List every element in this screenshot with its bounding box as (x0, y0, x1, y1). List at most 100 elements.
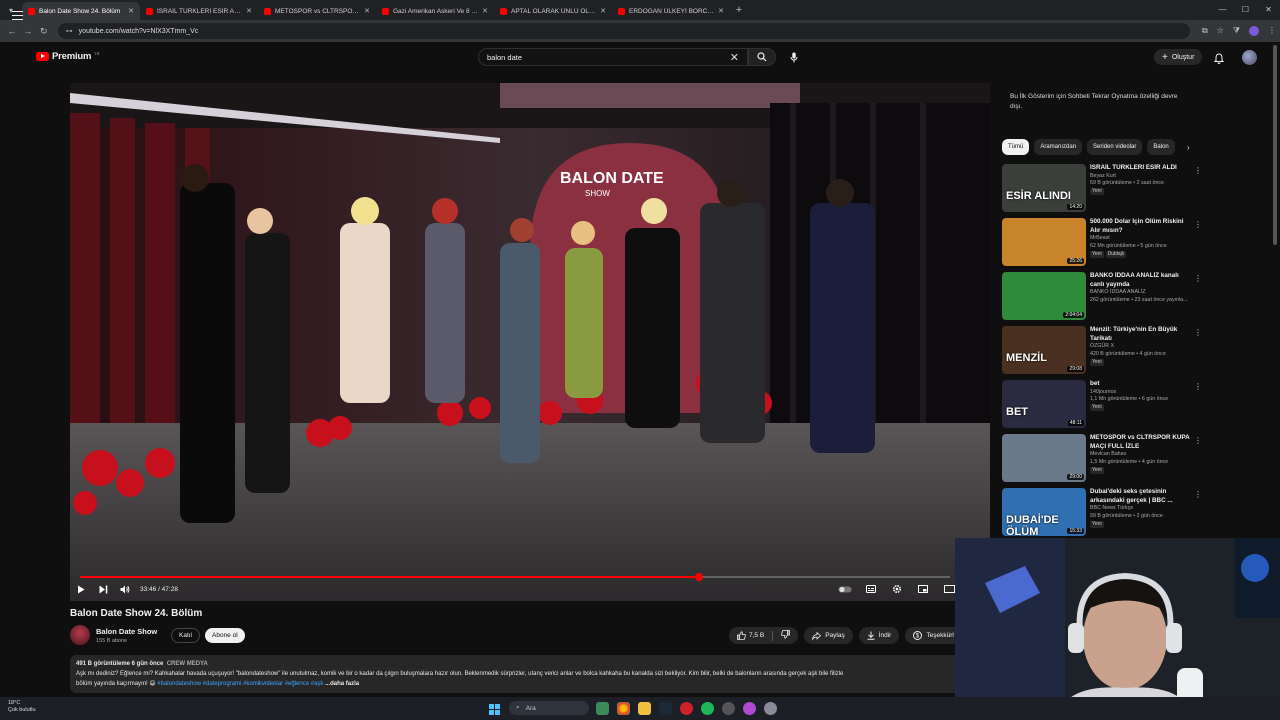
recommended-channel[interactable]: Mevlcan Bahav (1090, 451, 1194, 459)
file-explorer-icon[interactable] (638, 702, 651, 715)
obs-icon[interactable] (722, 702, 735, 715)
site-info-icon[interactable]: ⊶ (66, 27, 73, 35)
recommended-title[interactable]: Menzil: Türkiye'nin En Büyük Tarikatı (1090, 326, 1194, 343)
video-thumbnail[interactable]: 29:00 (1002, 434, 1086, 482)
guide-menu-icon[interactable] (12, 11, 23, 20)
account-avatar[interactable] (1242, 50, 1257, 65)
browser-app-icon[interactable] (743, 702, 756, 715)
browser-tab[interactable]: ERDOĞAN ÜLKEYİ BORCA SOKTU ✕ (612, 2, 730, 20)
notifications-button[interactable] (1213, 51, 1225, 69)
opera-icon[interactable] (680, 702, 693, 715)
maximize-icon[interactable]: ☐ (1234, 0, 1257, 20)
play-button[interactable] (70, 580, 92, 598)
recommended-title[interactable]: Dubai'deki seks çetesinin arkasındaki ge… (1090, 488, 1194, 505)
recommended-title[interactable]: METOSPOR vs CLTRSPOR KUPA MAÇI FULL İZLE (1090, 434, 1194, 451)
voice-search-button[interactable] (784, 48, 804, 66)
spotify-icon[interactable] (701, 702, 714, 715)
back-icon[interactable]: ← (4, 26, 20, 36)
browser-menu-icon[interactable]: ⋮ (1268, 26, 1276, 36)
video-thumbnail[interactable]: DUBAİ'DE ÖLÜM 15:33 (1002, 488, 1086, 536)
like-button[interactable]: 7,5 B (737, 631, 764, 640)
close-tab-icon[interactable]: ✕ (128, 7, 134, 15)
reload-icon[interactable]: ↻ (36, 26, 52, 37)
address-bar[interactable]: ⊶ youtube.com/watch?v=NlX3XTmm_Vc (57, 23, 1190, 39)
share-button[interactable]: Paylaş (804, 627, 853, 644)
recommended-channel[interactable]: MrBeast (1090, 235, 1194, 243)
taskbar-search[interactable]: ⌕ Ara (509, 701, 589, 715)
weather-widget[interactable]: 18°C Çok bulutlu (8, 700, 36, 714)
chip-balon[interactable]: Balon (1147, 139, 1175, 155)
recommended-title[interactable]: 500.000 Dolar İçin Ölüm Riskini Alır mıs… (1090, 218, 1194, 235)
volume-button[interactable] (114, 580, 136, 598)
browser-tab[interactable]: Balon Date Show 24. Bölüm ✕ (22, 2, 140, 20)
clear-search-icon[interactable]: ✕ (730, 51, 739, 64)
browser-tab[interactable]: Gazi Amerikan Askeri Ve 8 Polis ✕ (376, 2, 494, 20)
video-thumbnail[interactable]: MENZİL 29:08 (1002, 326, 1086, 374)
install-app-icon[interactable]: ⧉ (1202, 26, 1208, 36)
close-tab-icon[interactable]: ✕ (718, 7, 724, 15)
video-thumbnail[interactable]: 25:26 (1002, 218, 1086, 266)
browser-tab[interactable]: METOSPOR vs CLTRSPOR KUPA ✕ (258, 2, 376, 20)
recommended-video[interactable]: ESİR ALINDI 14:20 İSRAİL TÜRKLERİ ESİR ALD… (1002, 164, 1202, 218)
chrome-icon[interactable] (617, 702, 630, 715)
recommended-video[interactable]: 25:26 500.000 Dolar İçin Ölüm Riskini Alı… (1002, 218, 1202, 272)
recommended-title[interactable]: bet (1090, 380, 1194, 389)
more-actions-icon[interactable]: ⋮ (1194, 490, 1202, 499)
autoplay-toggle[interactable] (834, 580, 856, 598)
recommended-video[interactable]: MENZİL 29:08 Menzil: Türkiye'nin En Büyük … (1002, 326, 1202, 380)
video-thumbnail[interactable]: ESİR ALINDI 14:20 (1002, 164, 1086, 212)
next-button[interactable] (92, 580, 114, 598)
browser-tab[interactable]: APTAL OLARAK ÜNLÜ OLMAK ✕ (494, 2, 612, 20)
close-tab-icon[interactable]: ✕ (482, 7, 488, 15)
recommended-video[interactable]: DUBAİ'DE ÖLÜM 15:33 Dubai'deki seks çetesi… (1002, 488, 1202, 542)
widget-icon[interactable] (596, 702, 609, 715)
channel-avatar[interactable] (70, 625, 90, 645)
description-hashtags[interactable]: #balondateshow #dateprogrami #komikvideo… (157, 681, 323, 687)
download-button[interactable]: İndir (858, 627, 900, 644)
chip-from-series[interactable]: Seriden videolar (1087, 139, 1143, 155)
more-actions-icon[interactable]: ⋮ (1194, 328, 1202, 337)
settings-app-icon[interactable] (764, 702, 777, 715)
search-button[interactable] (748, 48, 776, 66)
page-scrollbar[interactable] (1273, 45, 1277, 245)
video-thumbnail[interactable]: 2:04:04 (1002, 272, 1086, 320)
new-tab-button[interactable]: + (730, 4, 748, 16)
chip-all[interactable]: Tümü (1002, 139, 1030, 155)
progress-bar[interactable] (80, 573, 950, 581)
close-tab-icon[interactable]: ✕ (600, 7, 606, 15)
join-button[interactable]: Katıl (171, 628, 201, 643)
more-actions-icon[interactable]: ⋮ (1194, 274, 1202, 283)
recommended-title[interactable]: İSRAİL TÜRKLERİ ESİR ALDI (1090, 164, 1194, 173)
bookmark-star-icon[interactable]: ☆ (1217, 26, 1224, 36)
subscribe-button[interactable]: Abone ol (205, 628, 245, 643)
more-actions-icon[interactable]: ⋮ (1194, 382, 1202, 391)
recommended-video[interactable]: BET 48:11 bet 140journos 1,1 Mn görüntüleme … (1002, 380, 1202, 434)
recommended-channel[interactable]: BBC News Türkçe (1090, 505, 1194, 513)
close-tab-icon[interactable]: ✕ (364, 7, 370, 15)
create-button[interactable]: + Oluştur (1154, 49, 1203, 65)
extensions-icon[interactable]: ⧩ (1233, 26, 1240, 36)
more-actions-icon[interactable]: ⋮ (1194, 166, 1202, 175)
minimize-icon[interactable]: — (1211, 0, 1234, 20)
video-thumbnail[interactable]: BET 48:11 (1002, 380, 1086, 428)
video-player[interactable]: BALON DATE SHOW (70, 83, 990, 601)
recommended-title[interactable]: BANKO İDDAA ANALİZ kanalı canlı yayında (1090, 272, 1194, 289)
profile-avatar[interactable] (1249, 26, 1259, 36)
chip-from-search[interactable]: Aramanızdan (1034, 139, 1083, 155)
recommended-video[interactable]: 2:04:04 BANKO İDDAA ANALİZ kanalı canlı y… (1002, 272, 1202, 326)
show-more-link[interactable]: ...daha fazla (325, 681, 359, 687)
browser-tab[interactable]: İSRAİL TÜRKLERİ ESİR ALDI - YouTube✕ (140, 2, 258, 20)
recommended-channel[interactable]: BANKO İDDAA ANALİZ (1090, 289, 1194, 297)
start-button[interactable] (489, 702, 500, 720)
description-box[interactable]: 491 B görüntüleme 6 gün önce CREW MEDYA … (70, 655, 960, 693)
close-tab-icon[interactable]: ✕ (246, 7, 252, 15)
miniplayer-button[interactable] (912, 580, 934, 598)
channel-name[interactable]: Balon Date Show (96, 627, 157, 636)
recommended-video[interactable]: 29:00 METOSPOR vs CLTRSPOR KUPA MAÇI FULL… (1002, 434, 1202, 488)
close-window-icon[interactable]: ✕ (1257, 0, 1280, 20)
youtube-premium-logo[interactable]: Premium TR (36, 51, 100, 62)
steam-icon[interactable] (659, 702, 672, 715)
forward-icon[interactable]: → (20, 26, 36, 36)
recommended-channel[interactable]: Beyaz Kurt (1090, 173, 1194, 181)
thanks-button[interactable]: $ Teşekkürl (905, 627, 962, 644)
